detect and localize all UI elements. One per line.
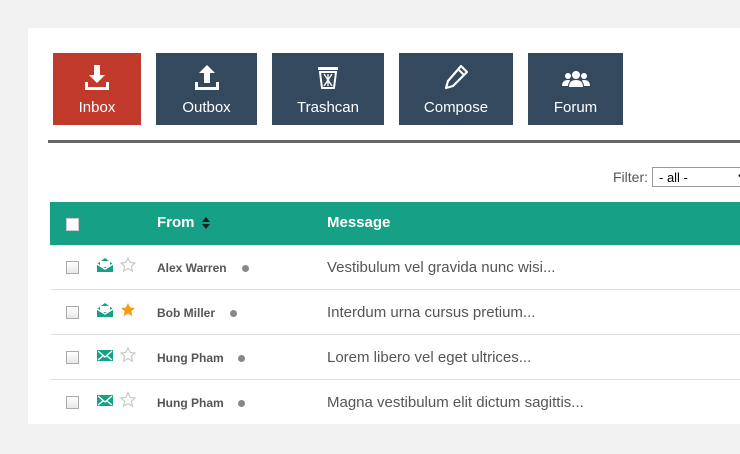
sender-name: Hung Pham: [157, 351, 224, 365]
message-column-header: Message: [327, 214, 391, 231]
row-checkbox[interactable]: [66, 396, 79, 409]
star-icon[interactable]: [119, 391, 137, 413]
tab-trashcan[interactable]: Trashcan: [272, 53, 384, 125]
star-icon[interactable]: [119, 346, 137, 368]
from-header-label: From: [157, 214, 195, 231]
sender-name: Alex Warren: [157, 261, 227, 275]
filter-label: Filter:: [613, 169, 648, 185]
star-icon[interactable]: [120, 302, 136, 323]
envelope-icon: [96, 392, 114, 413]
envelope-open-icon: [96, 302, 114, 323]
table-row[interactable]: Hung Pham Lorem libero vel eget ultrices…: [50, 335, 740, 380]
table-row[interactable]: Alex Warren Vestibulum vel gravida nunc …: [50, 245, 740, 290]
envelope-icon: [96, 347, 114, 368]
tab-label: Forum: [553, 99, 598, 116]
row-checkbox[interactable]: [66, 351, 79, 364]
users-icon: [528, 64, 623, 94]
trash-icon: [272, 64, 384, 94]
message-preview[interactable]: Magna vestibulum elit dictum sagittis...: [327, 394, 584, 411]
status-dot: [238, 400, 245, 407]
tab-forum[interactable]: Forum: [528, 53, 623, 125]
from-column-header[interactable]: From: [157, 214, 210, 231]
status-dot: [242, 265, 249, 272]
sender-name: Bob Miller: [157, 306, 216, 320]
status-dot: [238, 355, 245, 362]
pencil-icon: [399, 64, 513, 94]
upload-icon: [156, 64, 257, 94]
table-row[interactable]: Hung Pham Magna vestibulum elit dictum s…: [50, 380, 740, 424]
sender-name: Hung Pham: [157, 396, 224, 410]
message-preview[interactable]: Lorem libero vel eget ultrices...: [327, 349, 531, 366]
tab-label: Outbox: [182, 99, 231, 116]
tab-inbox[interactable]: Inbox: [53, 53, 141, 125]
tab-outbox[interactable]: Outbox: [156, 53, 257, 125]
status-dot: [230, 310, 237, 317]
row-checkbox[interactable]: [66, 306, 79, 319]
row-checkbox[interactable]: [66, 261, 79, 274]
message-preview[interactable]: Interdum urna cursus pretium...: [327, 304, 535, 321]
star-icon[interactable]: [119, 256, 137, 278]
message-preview[interactable]: Vestibulum vel gravida nunc wisi...: [327, 259, 555, 276]
table-row[interactable]: Bob Miller Interdum urna cursus pretium.…: [50, 290, 740, 335]
filter-select[interactable]: - all -: [652, 167, 740, 187]
filter-bar: Filter: - all -: [613, 167, 740, 187]
download-icon: [53, 64, 141, 94]
tab-label: Trashcan: [297, 99, 359, 116]
sort-icon[interactable]: [201, 216, 210, 229]
envelope-open-icon: [96, 257, 114, 278]
tab-label: Compose: [423, 99, 489, 116]
table-header: From Message: [50, 202, 740, 245]
toolbar-divider: [48, 140, 740, 143]
tab-label: Inbox: [78, 99, 116, 116]
mail-panel: Inbox Outbox Trashcan Compose Forum Filt…: [28, 28, 740, 424]
tab-compose[interactable]: Compose: [399, 53, 513, 125]
select-all-checkbox[interactable]: [66, 218, 79, 231]
